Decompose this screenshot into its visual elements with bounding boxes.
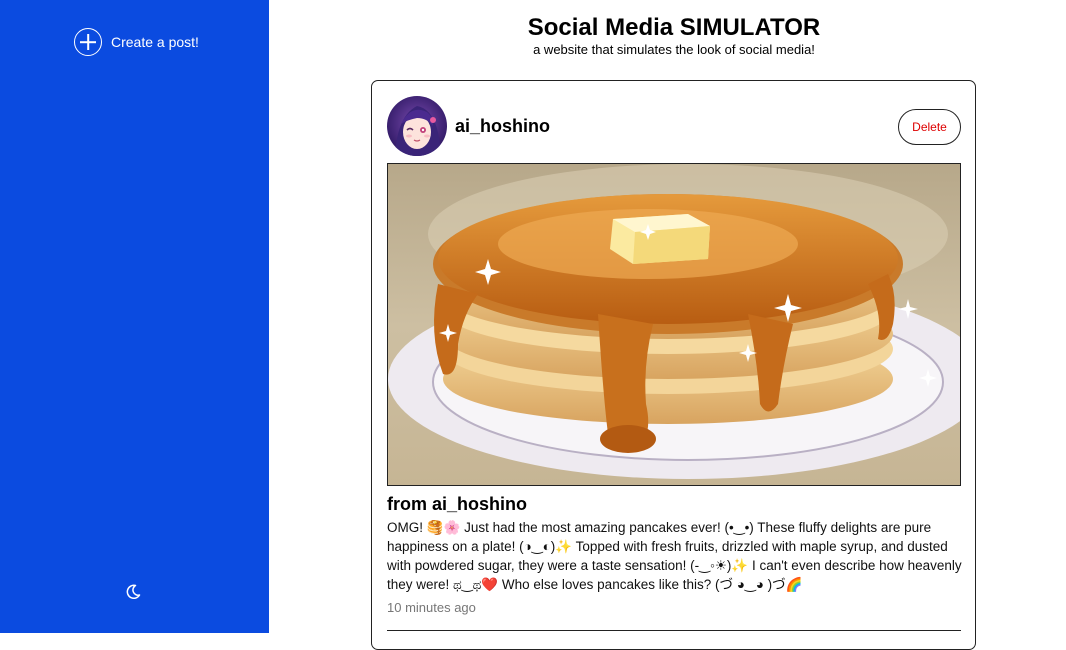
sidebar: Create a post! (0, 0, 269, 633)
page-title: Social Media SIMULATOR (527, 14, 821, 41)
main-content: Social Media SIMULATOR a website that si… (269, 0, 1066, 650)
moon-icon[interactable] (125, 584, 141, 600)
post-image (387, 163, 961, 486)
create-post-label: Create a post! (111, 34, 199, 50)
create-post-button[interactable]: Create a post! (74, 28, 199, 56)
post-username[interactable]: ai_hoshino (455, 116, 550, 137)
delete-button[interactable]: Delete (898, 109, 961, 145)
post-timestamp: 10 minutes ago (387, 600, 476, 615)
post-from-heading: from ai_hoshino (387, 494, 528, 514)
avatar[interactable] (387, 96, 447, 156)
divider (387, 630, 961, 631)
page-subtitle: a website that simulates the look of soc… (533, 42, 815, 57)
post-body-text: OMG! 🥞🌸 Just had the most amazing pancak… (387, 520, 962, 592)
post-card: ai_hoshino Delete from ai_hoshino OMG! 🥞… (371, 80, 976, 650)
plus-circle-icon (74, 28, 102, 56)
